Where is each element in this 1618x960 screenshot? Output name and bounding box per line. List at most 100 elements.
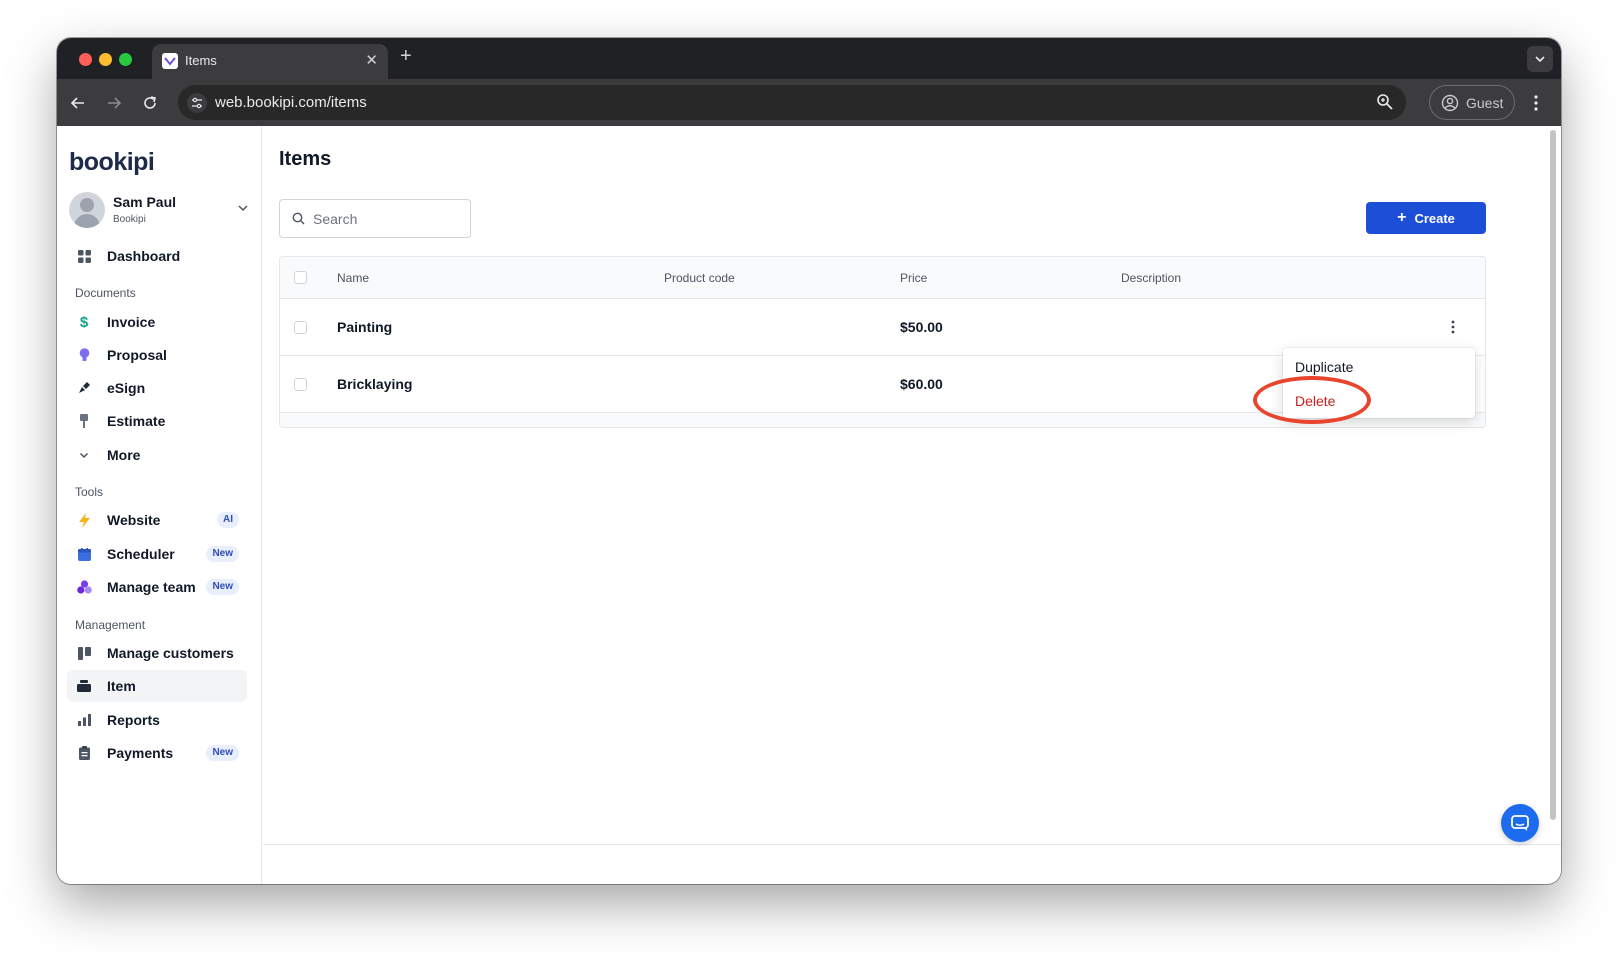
- pen-icon: [75, 379, 93, 397]
- sidebar-item-item[interactable]: Item: [67, 670, 247, 702]
- sidebar-item-label: Proposal: [107, 347, 167, 363]
- chat-support-button[interactable]: [1501, 804, 1539, 842]
- item-name: Bricklaying: [337, 376, 413, 392]
- team-icon: [75, 578, 93, 596]
- item-name: Painting: [337, 319, 393, 335]
- browser-toolbar: web.bookipi.com/items Guest: [57, 79, 1561, 126]
- main-content: Items + Create Name Product code Price D…: [263, 126, 1561, 884]
- new-tab-plus-icon[interactable]: +: [400, 45, 412, 68]
- avatar: [69, 192, 105, 228]
- sidebar: bookipi Sam Paul Bookipi Dashboard Docum…: [57, 126, 262, 884]
- select-all-checkbox[interactable]: [294, 271, 307, 284]
- minimize-window-button[interactable]: [99, 53, 112, 66]
- sidebar-item-label: Reports: [107, 712, 160, 728]
- dashboard-grid-icon: [75, 247, 93, 265]
- guest-profile-button[interactable]: Guest: [1429, 85, 1515, 120]
- row-checkbox[interactable]: [294, 321, 307, 334]
- sidebar-item-label: Item: [107, 678, 136, 694]
- browser-menu-kebab-icon[interactable]: [1524, 91, 1548, 115]
- search-input[interactable]: [313, 210, 453, 227]
- account-switcher[interactable]: Sam Paul Bookipi: [69, 192, 249, 230]
- browser-tab-items[interactable]: Items ✕: [152, 44, 388, 79]
- page-title: Items: [279, 148, 332, 170]
- address-bar[interactable]: web.bookipi.com/items: [178, 85, 1406, 120]
- sidebar-item-label: Scheduler: [107, 546, 175, 562]
- tab-search-chevron-icon[interactable]: [1527, 46, 1553, 72]
- delete-highlight-circle: [1253, 376, 1371, 424]
- customers-icon: [75, 644, 93, 662]
- zoom-magnifier-icon[interactable]: [1376, 93, 1394, 116]
- sidebar-item-more[interactable]: More: [67, 439, 247, 471]
- bookipi-app: bookipi Sam Paul Bookipi Dashboard Docum…: [57, 126, 1561, 884]
- sidebar-item-estimate[interactable]: Estimate: [67, 405, 247, 437]
- sidebar-item-label: Invoice: [107, 314, 156, 330]
- sidebar-item-invoice[interactable]: $ Invoice: [67, 306, 247, 338]
- browser-tab-strip: Items ✕ +: [57, 38, 1561, 79]
- sidebar-item-scheduler[interactable]: Scheduler New: [67, 538, 247, 570]
- search-box[interactable]: [279, 199, 471, 238]
- sidebar-item-proposal[interactable]: Proposal: [67, 339, 247, 371]
- reload-icon[interactable]: [138, 91, 162, 115]
- column-header-price[interactable]: Price: [900, 271, 927, 285]
- back-arrow-icon[interactable]: [66, 91, 90, 115]
- table-header: Name Product code Price Description: [280, 257, 1485, 299]
- sidebar-item-label: Estimate: [107, 413, 166, 429]
- sidebar-item-label: More: [107, 447, 141, 463]
- chat-icon: [1511, 814, 1529, 831]
- row-actions-kebab-icon[interactable]: [1443, 317, 1463, 337]
- row-checkbox[interactable]: [294, 378, 307, 391]
- new-badge: New: [206, 579, 239, 595]
- column-header-product-code[interactable]: Product code: [664, 271, 735, 285]
- plus-icon: +: [1397, 209, 1407, 226]
- forward-arrow-icon[interactable]: [102, 91, 126, 115]
- sidebar-item-dashboard[interactable]: Dashboard: [67, 240, 247, 272]
- browser-window: Items ✕ + web.bookipi.com/items Guest bo…: [57, 38, 1561, 884]
- create-label: Create: [1414, 210, 1455, 226]
- new-badge: New: [206, 546, 239, 562]
- maximize-window-button[interactable]: [119, 53, 132, 66]
- page-scrollbar[interactable]: [1550, 130, 1556, 820]
- search-icon: [292, 212, 305, 225]
- column-header-name[interactable]: Name: [337, 271, 369, 285]
- guest-label: Guest: [1466, 94, 1504, 111]
- site-settings-icon[interactable]: [187, 93, 207, 113]
- calendar-icon: [75, 545, 93, 563]
- sidebar-item-reports[interactable]: Reports: [67, 704, 247, 736]
- sidebar-item-label: Payments: [107, 745, 174, 761]
- bookipi-favicon-icon: [162, 53, 178, 69]
- close-window-button[interactable]: [79, 53, 92, 66]
- bar-chart-icon: [75, 711, 93, 729]
- lightning-icon: [75, 511, 93, 529]
- item-price: $50.00: [900, 319, 943, 335]
- sidebar-item-label: Website: [107, 512, 161, 528]
- tab-title: Items: [185, 53, 217, 68]
- sidebar-item-manage-customers[interactable]: Manage customers: [67, 637, 247, 669]
- url-text: web.bookipi.com/items: [215, 94, 367, 111]
- section-label-documents: Documents: [75, 286, 136, 300]
- pin-icon: [75, 412, 93, 430]
- footer-divider: [263, 844, 1561, 845]
- lightbulb-icon: [75, 346, 93, 364]
- item-price: $60.00: [900, 376, 943, 392]
- chevron-down-icon: [75, 446, 93, 464]
- sidebar-item-label: Manage team: [107, 579, 196, 595]
- sidebar-item-esign[interactable]: eSign: [67, 372, 247, 404]
- tab-close-icon[interactable]: ✕: [365, 51, 378, 69]
- bookipi-logo[interactable]: bookipi: [69, 148, 155, 177]
- sidebar-item-website[interactable]: Website AI: [67, 504, 247, 536]
- dollar-icon: $: [79, 313, 89, 331]
- sidebar-item-manage-team[interactable]: Manage team New: [67, 571, 247, 603]
- create-button[interactable]: + Create: [1366, 202, 1486, 234]
- guest-avatar-icon: [1441, 94, 1459, 111]
- menu-item-duplicate[interactable]: Duplicate: [1295, 359, 1353, 375]
- sidebar-item-label: Manage customers: [107, 645, 234, 661]
- section-label-tools: Tools: [75, 485, 104, 499]
- sidebar-item-payments[interactable]: Payments New: [67, 737, 247, 769]
- chevron-down-icon: [238, 205, 248, 212]
- sidebar-item-label: Dashboard: [107, 248, 181, 264]
- clipboard-icon: [75, 744, 93, 762]
- sidebar-item-label: eSign: [107, 380, 146, 396]
- column-header-description[interactable]: Description: [1121, 271, 1181, 285]
- section-label-management: Management: [75, 618, 146, 632]
- account-org: Bookipi: [113, 214, 146, 225]
